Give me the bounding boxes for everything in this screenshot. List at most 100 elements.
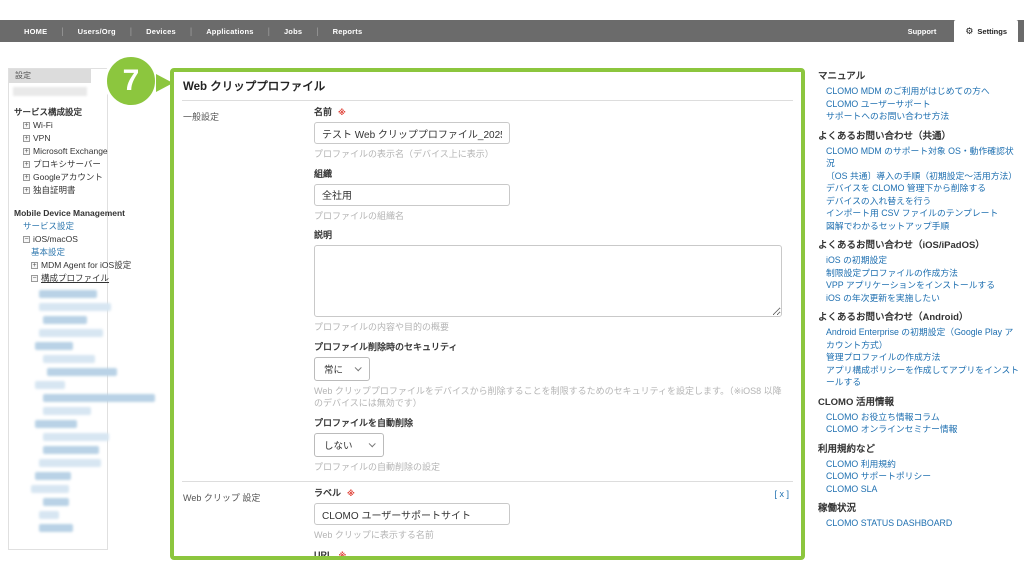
help-section-title: 稼働状況: [818, 503, 857, 514]
help-section-faq-ios: よくあるお問い合わせ（iOS/iPadOS） iOS の初期設定 制限設定プロフ…: [818, 239, 1022, 304]
help-link[interactable]: サポートへのお問い合わせ方法: [818, 110, 1022, 123]
help-link[interactable]: 管理プロファイルの作成方法: [818, 351, 1022, 364]
help-section-title: マニュアル: [818, 71, 866, 82]
help-link[interactable]: インポート用 CSV ファイルのテンプレート: [818, 207, 1022, 220]
nav-tab-home[interactable]: HOME: [10, 27, 61, 36]
tree-item-basic-settings[interactable]: 基本設定: [9, 246, 107, 259]
nav-settings-label: Settings: [977, 26, 1007, 36]
expand-plus-icon[interactable]: +: [23, 174, 30, 181]
tree-item-vpn[interactable]: + VPN: [9, 132, 107, 145]
nav-tab-reports[interactable]: Reports: [319, 27, 377, 36]
field-description: 説明 プロファイルの内容や目的の概要: [314, 230, 793, 334]
label-text: プロファイル削除時のセキュリティ: [314, 341, 458, 352]
expand-plus-icon[interactable]: +: [31, 262, 38, 269]
name-input[interactable]: [314, 122, 510, 144]
help-link[interactable]: 〔OS 共通〕導入の手順（初期設定～活用方法）: [818, 170, 1022, 183]
description-help: プロファイルの内容や目的の概要: [314, 322, 450, 332]
expand-plus-icon[interactable]: +: [23, 135, 30, 142]
page-title: Web クリッププロファイル: [182, 75, 793, 101]
redacted-item: [35, 381, 65, 389]
expand-minus-icon[interactable]: −: [31, 275, 38, 282]
tree-item-label: MDM Agent for iOS設定: [41, 260, 132, 270]
expand-plus-icon[interactable]: +: [23, 122, 30, 129]
help-link[interactable]: CLOMO MDM のご利用がはじめての方へ: [818, 85, 1022, 98]
help-link[interactable]: CLOMO お役立ち情報コラム: [818, 411, 1022, 424]
redacted-item: [35, 472, 71, 480]
redacted-item: [35, 420, 77, 428]
section-label-general: 一般設定: [183, 112, 220, 122]
tree-item-label: 基本設定: [31, 247, 66, 257]
help-link[interactable]: デバイスの入れ替えを行う: [818, 195, 1022, 208]
auto-remove-select[interactable]: しない: [314, 432, 384, 457]
help-link[interactable]: CLOMO サポートポリシー: [818, 470, 1022, 483]
nav-tab-jobs[interactable]: Jobs: [270, 27, 316, 36]
tree-item-ios-macos[interactable]: − iOS/macOS: [9, 233, 107, 246]
label-text: 名前: [314, 107, 333, 117]
field-organization: 組織 プロファイルの組織名: [314, 169, 793, 223]
remove-webclip-link[interactable]: [ x ]: [774, 489, 789, 499]
help-link[interactable]: 制限設定プロファイルの作成方法: [818, 267, 1022, 280]
help-section-title: よくあるお問い合わせ（iOS/iPadOS）: [818, 240, 985, 251]
required-mark: ※: [338, 108, 346, 117]
redacted-item: [39, 303, 111, 311]
nav-support-link[interactable]: Support: [890, 20, 955, 42]
tree-item-google-account[interactable]: + Googleアカウント: [9, 171, 107, 184]
callout-tail: [156, 74, 173, 92]
tree-item-label: Googleアカウント: [33, 172, 103, 182]
webclip-label-label: ラベル ※: [314, 488, 793, 499]
redacted-item: [43, 498, 69, 506]
tree-item-wifi[interactable]: + Wi-Fi: [9, 119, 107, 132]
field-auto-remove: プロファイルを自動削除 しない プロファイルの自動削除の設定: [314, 418, 793, 474]
help-link[interactable]: CLOMO MDM のサポート対象 OS・動作確認状況: [818, 145, 1022, 170]
help-section-title: よくあるお問い合わせ（Android）: [818, 312, 969, 323]
tree-item-custom-cert[interactable]: + 独自証明書: [9, 184, 107, 197]
nav-tab-applications[interactable]: Applications: [192, 27, 267, 36]
help-section-title: よくあるお問い合わせ（共通）: [818, 130, 952, 142]
expand-plus-icon[interactable]: +: [23, 187, 30, 194]
settings-tree: サービス構成設定 + Wi-Fi + VPN + Microsoft Excha…: [9, 106, 155, 532]
help-link[interactable]: Android Enterprise の初期設定（Google Play アカウ…: [818, 326, 1022, 351]
expand-plus-icon[interactable]: +: [23, 148, 30, 155]
help-section-title: 利用規約など: [818, 443, 876, 455]
redacted-item: [31, 485, 69, 493]
help-link[interactable]: iOS の年次更新を実施したい: [818, 292, 1022, 305]
webclip-label-input[interactable]: [314, 503, 510, 525]
nav-settings-tab-active[interactable]: ⚙ Settings: [954, 20, 1018, 42]
tree-item-ms-exchange[interactable]: + Microsoft Exchange: [9, 145, 108, 158]
label-text: 組織: [314, 168, 333, 179]
help-link[interactable]: CLOMO SLA: [818, 483, 1022, 496]
removal-security-select[interactable]: 常に: [314, 356, 371, 381]
help-link[interactable]: iOS の初期設定: [818, 254, 1022, 267]
gear-icon: ⚙: [965, 25, 974, 36]
tree-item-config-profile-current[interactable]: − 構成プロファイル: [9, 272, 109, 285]
help-link[interactable]: CLOMO STATUS DASHBOARD: [818, 517, 1022, 530]
help-link[interactable]: VPP アプリケーションをインストールする: [818, 279, 1022, 292]
tree-group-mdm: Mobile Device Management: [14, 208, 126, 218]
help-section-title: CLOMO 活用情報: [818, 396, 894, 408]
section-webclip: Web クリップ 設定 [ x ] ラベル ※ Web クリップに表示する名前 …: [182, 481, 793, 556]
redacted-item: [43, 446, 99, 454]
tree-item-proxy-server[interactable]: + プロキシサーバー: [9, 158, 107, 171]
tree-item-mdm-agent-ios[interactable]: + MDM Agent for iOS設定: [9, 259, 131, 272]
nav-tab-users-org[interactable]: Users/Org: [64, 27, 130, 36]
chevron-down-icon: [354, 364, 362, 372]
redacted-item: [39, 511, 59, 519]
help-link[interactable]: アプリ構成ポリシーを作成してアプリをインストールする: [818, 364, 1022, 389]
redacted-item: [43, 407, 91, 415]
help-link[interactable]: 図解でわかるセットアップ手順: [818, 220, 1022, 233]
label-text: 説明: [314, 230, 333, 240]
organization-input[interactable]: [314, 183, 510, 206]
expand-minus-icon[interactable]: −: [23, 236, 30, 243]
help-link[interactable]: CLOMO オンラインセミナー情報: [818, 423, 1022, 436]
section-general: 一般設定 名前 ※ プロファイルの表示名（デバイス上に表示） 組織 プロファイル…: [182, 101, 793, 481]
expand-plus-icon[interactable]: +: [23, 161, 30, 168]
tree-item-label: iOS/macOS: [33, 234, 78, 244]
tree-item-service-settings[interactable]: サービス設定: [9, 220, 107, 233]
help-link[interactable]: CLOMO 利用規約: [818, 458, 1022, 471]
description-textarea[interactable]: [314, 245, 782, 317]
nav-tab-devices[interactable]: Devices: [132, 27, 190, 36]
help-link[interactable]: デバイスを CLOMO 管理下から削除する: [818, 182, 1022, 195]
help-link[interactable]: CLOMO ユーザーサポート: [818, 98, 1022, 111]
redacted-item: [35, 342, 73, 350]
label-text: プロファイルを自動削除: [314, 417, 414, 428]
